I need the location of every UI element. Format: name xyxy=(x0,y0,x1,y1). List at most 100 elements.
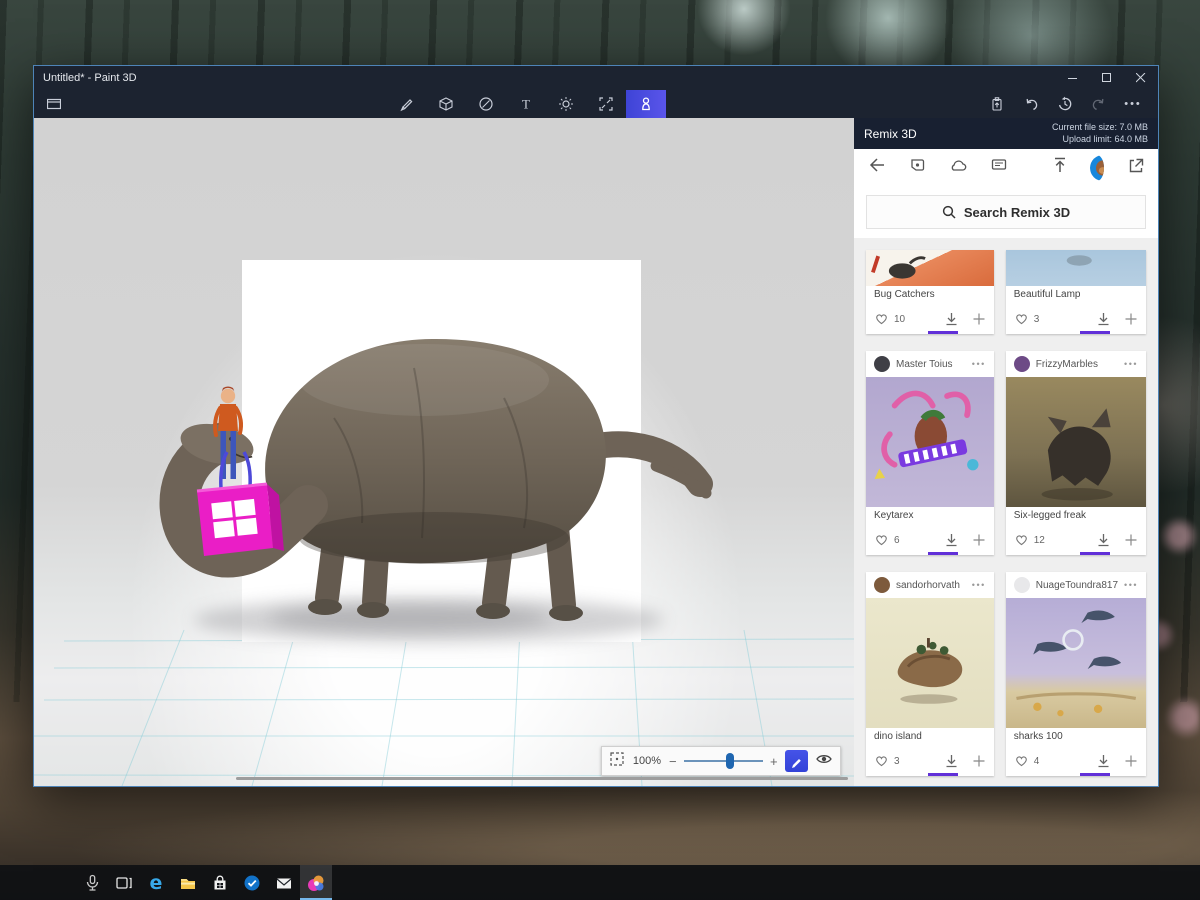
zoom-slider[interactable] xyxy=(684,753,763,769)
add-to-scene-icon[interactable] xyxy=(1125,755,1137,767)
main-toolbar: T ••• xyxy=(34,90,1158,118)
download-icon[interactable] xyxy=(945,533,958,547)
fit-to-view-button[interactable] xyxy=(609,751,625,772)
like-button[interactable]: 3 xyxy=(1015,313,1040,325)
pen-mode-button[interactable] xyxy=(785,750,808,772)
card-more-button[interactable]: ••• xyxy=(972,359,986,369)
view-eye-button[interactable] xyxy=(815,752,833,771)
more-menu-button[interactable]: ••• xyxy=(1116,90,1150,118)
taskbar-sync-app[interactable] xyxy=(236,865,268,900)
search-remix-input[interactable]: Search Remix 3D xyxy=(866,195,1146,229)
undo-button[interactable] xyxy=(1014,90,1048,118)
maximize-button[interactable] xyxy=(1090,66,1124,90)
redo-button[interactable] xyxy=(1082,90,1116,118)
like-count: 3 xyxy=(1034,314,1040,325)
like-count: 4 xyxy=(1034,756,1040,767)
tool-tabs: T xyxy=(386,90,666,118)
like-button[interactable]: 3 xyxy=(875,755,900,767)
upload-button[interactable] xyxy=(1052,156,1068,179)
tool-text[interactable]: T xyxy=(506,90,546,118)
download-progress-bar xyxy=(1080,552,1110,555)
like-button[interactable]: 10 xyxy=(875,313,905,325)
paste-button[interactable] xyxy=(980,90,1014,118)
heart-icon xyxy=(1015,534,1028,546)
download-icon[interactable] xyxy=(1097,312,1110,326)
zoom-in-button[interactable]: + xyxy=(770,755,778,768)
zoom-slider-thumb[interactable] xyxy=(726,753,734,769)
card-title: dino island xyxy=(866,728,994,748)
tool-effects[interactable] xyxy=(546,90,586,118)
heart-icon xyxy=(1015,313,1028,325)
add-to-scene-icon[interactable] xyxy=(973,534,985,546)
taskbar-store[interactable] xyxy=(204,865,236,900)
like-button[interactable]: 6 xyxy=(875,534,900,546)
taskbar-task-view[interactable] xyxy=(108,865,140,900)
boards-button[interactable] xyxy=(908,156,926,179)
paint-3d-icon xyxy=(305,872,327,894)
card-author-row: sandorhorvath ••• xyxy=(866,572,994,598)
card-actions: 10 xyxy=(866,306,994,334)
download-progress-bar xyxy=(928,552,958,555)
toolbar-actions: ••• xyxy=(980,90,1150,118)
card-more-button[interactable]: ••• xyxy=(1124,580,1138,590)
upload-limit: Upload limit: 64.0 MB xyxy=(1062,134,1148,144)
card-thumbnail[interactable] xyxy=(1006,377,1146,507)
search-label: Search Remix 3D xyxy=(964,205,1070,220)
horizontal-scrollbar[interactable] xyxy=(236,777,848,780)
like-button[interactable]: 4 xyxy=(1015,755,1040,767)
back-button[interactable] xyxy=(868,157,886,178)
card-thumbnail[interactable] xyxy=(866,598,994,728)
download-icon[interactable] xyxy=(1097,754,1110,768)
edge-icon: e xyxy=(150,872,163,894)
author-avatar xyxy=(1014,356,1030,372)
download-progress-bar xyxy=(1080,331,1110,334)
history-button[interactable] xyxy=(1048,90,1082,118)
add-to-scene-icon[interactable] xyxy=(1125,313,1137,325)
cube-3d-icon xyxy=(437,95,455,113)
taskbar-paint-3d[interactable] xyxy=(300,865,332,900)
tool-remix-3d[interactable] xyxy=(626,90,666,118)
tool-brush[interactable] xyxy=(386,90,426,118)
taskbar-mail[interactable] xyxy=(268,865,300,900)
close-button[interactable] xyxy=(1124,66,1158,90)
add-to-scene-icon[interactable] xyxy=(1125,534,1137,546)
remix-cloud-button[interactable] xyxy=(948,157,968,178)
tool-3d-shapes[interactable] xyxy=(426,90,466,118)
fit-view-icon xyxy=(609,751,625,767)
card-thumbnail[interactable] xyxy=(1006,250,1146,286)
file-size-info: Current file size: 7.0 MB Upload limit: … xyxy=(1052,122,1148,145)
tool-stickers[interactable] xyxy=(466,90,506,118)
heart-icon xyxy=(875,313,888,325)
title-bar[interactable]: Untitled* - Paint 3D xyxy=(34,66,1158,90)
like-button[interactable]: 12 xyxy=(1015,534,1045,546)
taskbar-microphone[interactable] xyxy=(76,865,108,900)
dinosaur-model[interactable] xyxy=(34,118,854,786)
window-title: Untitled* - Paint 3D xyxy=(43,72,137,84)
profile-avatar[interactable] xyxy=(1090,155,1104,181)
taskbar-file-explorer[interactable] xyxy=(172,865,204,900)
card-more-button[interactable]: ••• xyxy=(1124,359,1138,369)
minimize-button[interactable] xyxy=(1056,66,1090,90)
add-to-scene-icon[interactable] xyxy=(973,313,985,325)
zoom-out-button[interactable]: − xyxy=(669,755,677,768)
download-progress-bar xyxy=(1080,773,1110,776)
cloud-icon xyxy=(948,157,968,173)
download-icon[interactable] xyxy=(945,312,958,326)
open-external-icon xyxy=(1126,156,1144,174)
wallpaper-path xyxy=(0,780,1200,865)
taskbar-edge[interactable]: e xyxy=(140,865,172,900)
card-more-button[interactable]: ••• xyxy=(972,580,986,590)
download-icon[interactable] xyxy=(1097,533,1110,547)
expand-menu-button[interactable] xyxy=(47,90,61,118)
card-title: Bug Catchers xyxy=(866,286,994,306)
download-icon[interactable] xyxy=(945,754,958,768)
tool-canvas[interactable] xyxy=(586,90,626,118)
card-thumbnail[interactable] xyxy=(866,377,994,507)
like-count: 10 xyxy=(894,314,905,325)
author-name: FrizzyMarbles xyxy=(1036,359,1098,370)
card-thumbnail[interactable] xyxy=(1006,598,1146,728)
feedback-button[interactable] xyxy=(990,157,1008,178)
card-thumbnail[interactable] xyxy=(866,250,994,286)
add-to-scene-icon[interactable] xyxy=(973,755,985,767)
open-external-button[interactable] xyxy=(1126,156,1144,179)
